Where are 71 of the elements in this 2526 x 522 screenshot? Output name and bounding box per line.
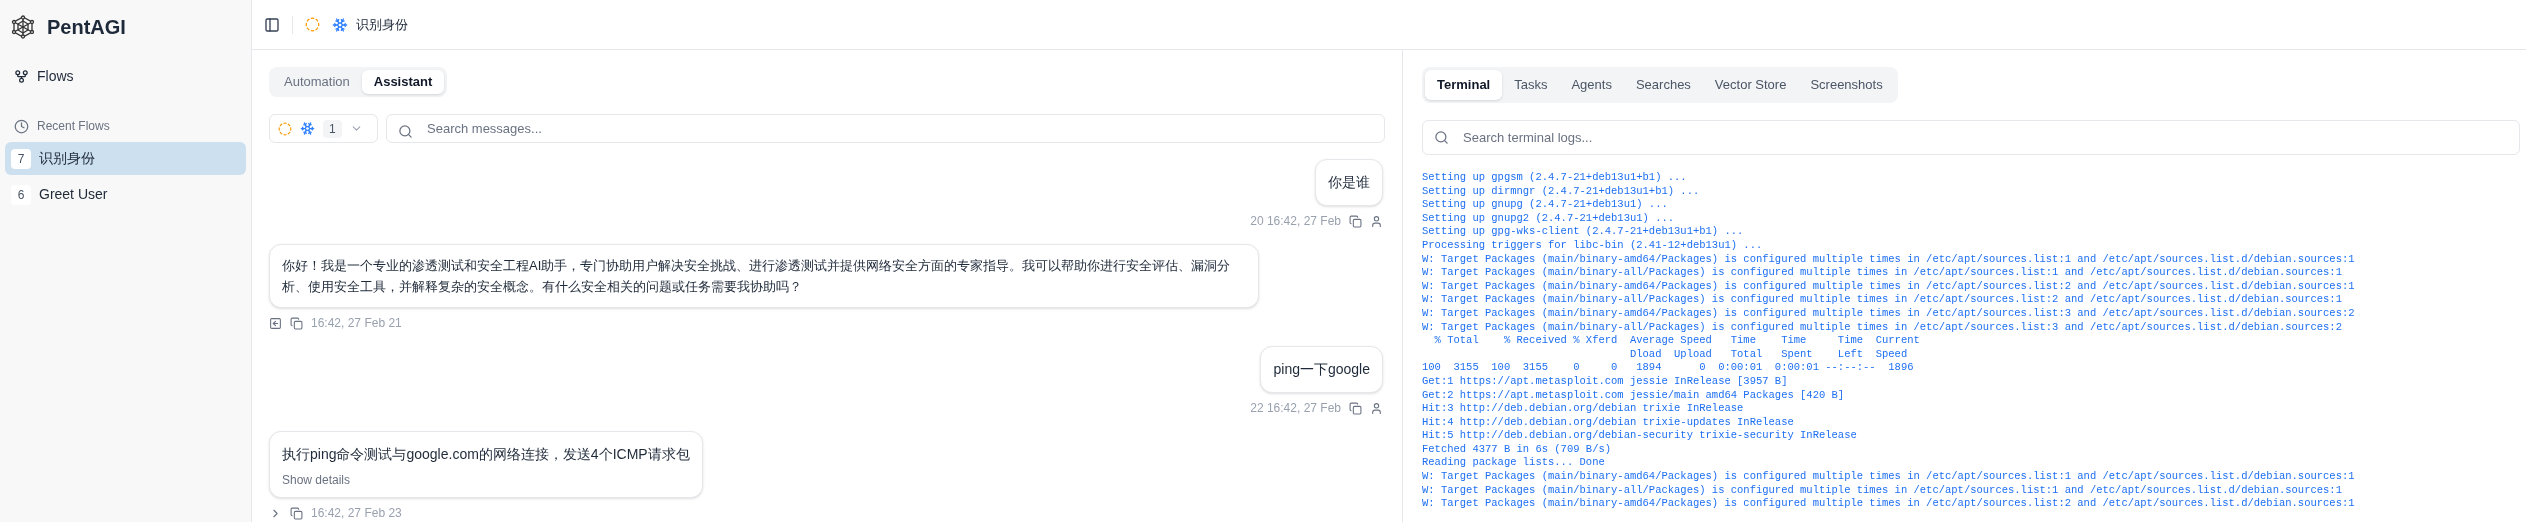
search-field[interactable]: Search terminal logs... xyxy=(1422,120,2520,155)
flows-icon xyxy=(14,68,29,84)
log-line: W: Target Packages (main/binary-all/Packages) is configured multiple times in /etc/apt/sources.list:3 and /etc/apt/sources.list.d/debian.sources:2 xyxy=(1422,320,2342,335)
message-time: 20 16:42, 27 Feb xyxy=(1250,213,1341,230)
search-field[interactable]: Search messages... xyxy=(386,114,1385,143)
copy-icon[interactable] xyxy=(1349,214,1362,228)
flow-title: 识别身份 xyxy=(356,15,408,34)
log-line: % Total % Received % Xferd Average Speed Time Time Time Current xyxy=(1433,334,1920,348)
flow-item[interactable]: 7 识别身份 xyxy=(5,142,246,175)
log-line: Processing triggers for libc-bin (2.41-12+deb13u1) ... xyxy=(1422,238,1763,253)
nav-link[interactable]: Flows xyxy=(5,54,246,98)
log-line: Hit:3 http://deb.debian.org/debian trixie InRelease xyxy=(1422,402,1744,416)
user-icon xyxy=(1370,401,1383,415)
tab[interactable]: Vector Store xyxy=(1702,70,1799,100)
log-line: W: Target Packages (main/binary-amd64/Packages) is configured multiple times in /etc/apt/sources.list:1 and /etc/apt/sources.list.d/debian.sources:1 xyxy=(1422,252,2355,267)
flow-number: 6 xyxy=(11,184,31,205)
copy-icon[interactable] xyxy=(1349,401,1362,415)
search-icon xyxy=(398,124,413,140)
log-line: Setting up gpgsm (2.4.7-21+deb13u1+b1) ... xyxy=(1422,171,1687,185)
user-icon xyxy=(1370,214,1383,228)
search-icon xyxy=(1434,130,1449,145)
log-line: Setting up gpg-wks-client (2.4.7-21+deb13u1+b1) ... xyxy=(1422,225,1744,239)
log-line: W: Target Packages (main/binary-all/Packages) is configured multiple times in /etc/apt/sources.list:1 and /etc/apt/sources.list.d/debian.sources:1 xyxy=(1422,483,2342,498)
reply-icon[interactable] xyxy=(269,316,282,330)
tab[interactable]: Assistant xyxy=(361,70,445,95)
clock-icon xyxy=(14,118,29,134)
log-line: Hit:5 http://deb.debian.org/debian-security trixie-security InRelease xyxy=(1422,429,1857,443)
tab[interactable]: Screenshots xyxy=(1798,70,1895,100)
status-icon xyxy=(278,121,292,136)
count-badge: 1 xyxy=(323,119,342,138)
log-line: Dload Upload Total Spent Left Speed xyxy=(1628,347,1908,362)
sidebar-toggle-icon[interactable] xyxy=(264,16,280,33)
log-line: Fetched 4377 B in 6s (709 B/s) xyxy=(1422,442,1612,457)
log-line: Setting up gnupg (2.4.7-21+deb13u1) ... xyxy=(1422,198,1668,212)
copy-icon[interactable] xyxy=(290,316,303,330)
logo-icon xyxy=(11,15,35,39)
status-icon xyxy=(305,17,320,32)
log-line: 100 3155 100 3155 0 0 1894 0 0:00:01 0:00:01 --:--:-- 1896 xyxy=(1422,361,1914,375)
log-line: W: Target Packages (main/binary-amd64/Packages) is configured multiple times in /etc/apt/sources.list:2 and /etc/apt/sources.list.d/debian.sources:1 xyxy=(1422,497,2355,511)
user-message: ping一下google xyxy=(1260,346,1383,393)
tab[interactable]: Searches xyxy=(1623,70,1703,100)
log-line: W: Target Packages (main/binary-all/Packages) is configured multiple times in /etc/apt/sources.list:2 and /etc/apt/sources.list.d/debian.sources:1 xyxy=(1422,293,2342,307)
flow-number: 7 xyxy=(11,148,31,169)
tab[interactable]: Tasks xyxy=(1502,70,1560,100)
log-line: Setting up gnupg2 (2.4.7-21+deb13u1) ... xyxy=(1422,211,1675,226)
flow-item[interactable]: 6 Greet User xyxy=(5,178,246,211)
snowflake-icon xyxy=(332,16,348,33)
copy-icon[interactable] xyxy=(290,506,303,520)
tab[interactable]: Terminal xyxy=(1425,70,1503,100)
log-line: Reading package lists... Done xyxy=(1422,456,1605,471)
agent-filter[interactable]: 1 xyxy=(269,114,378,143)
message-time: 16:42, 27 Feb 23 xyxy=(311,505,402,522)
log-line: W: Target Packages (main/binary-amd64/Packages) is configured multiple times in /etc/apt/sources.list:3 and /etc/apt/sources.list.d/debian.sources:2 xyxy=(1422,306,2355,321)
message-time: 22 16:42, 27 Feb xyxy=(1250,400,1341,417)
log-line: Get:1 https://apt.metasploit.com jessie InRelease [3957 B] xyxy=(1422,374,1788,389)
log-line: Setting up dirmngr (2.4.7-21+deb13u1+b1) ... xyxy=(1422,184,1700,199)
log-line: W: Target Packages (main/binary-amd64/Packages) is configured multiple times in /etc/apt/sources.list:1 and /etc/apt/sources.list.d/debian.sources:1 xyxy=(1422,470,2355,484)
tab[interactable]: Automation xyxy=(272,70,362,95)
log-line: W: Target Packages (main/binary-all/Packages) is configured multiple times in /etc/apt/sources.list:1 and /etc/apt/sources.list.d/debian.sources:1 xyxy=(1422,266,2342,280)
brand-name: PentAGI xyxy=(47,15,126,40)
tab[interactable]: Agents xyxy=(1559,70,1624,100)
show-details-link[interactable]: Show details xyxy=(282,471,690,489)
user-message: 你是谁 xyxy=(1315,159,1383,206)
log-line: W: Target Packages (main/binary-amd64/Packages) is configured multiple times in /etc/apt/sources.list:2 and /etc/apt/sources.list.d/debian.sources:1 xyxy=(1422,279,2355,294)
task-text: 执行ping命令测试与google.com的网络连接，发送4个ICMP请求包 xyxy=(282,445,690,464)
log-line: Get:2 https://apt.metasploit.com jessie/main amd64 Packages [420 B] xyxy=(1422,388,1845,403)
snowflake-icon xyxy=(300,121,315,137)
message-time: 16:42, 27 Feb 21 xyxy=(311,315,402,332)
log-line: Hit:4 http://deb.debian.org/debian trixie-updates InRelease xyxy=(1422,415,1794,430)
section-title: Recent Flows xyxy=(37,118,110,135)
assistant-message: 你好！我是一个专业的渗透测试和安全工程AI助手，专门协助用户解决安全挑战、进行渗透测试并提供网络安全方面的专家指导。我可以帮助你进行安全评估、漏洞分析、使用安全工具，并解释复杂的安全概念。有什么安全相关的问题或任务需要我协助吗？ xyxy=(269,244,1259,308)
